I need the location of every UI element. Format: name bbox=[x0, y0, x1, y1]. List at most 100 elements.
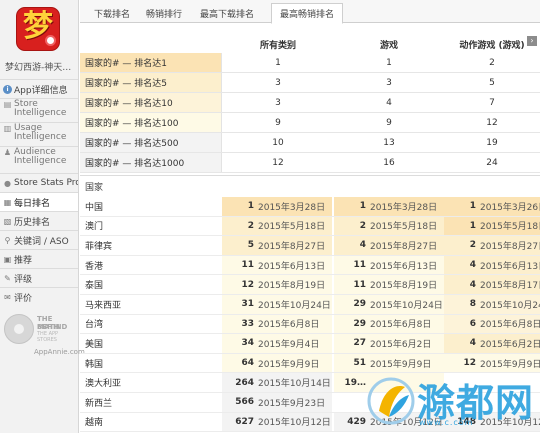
rank-cell: 6 2015年6月8日 bbox=[444, 314, 540, 334]
sidebar-item-review[interactable]: ✉ 评价 bbox=[0, 287, 78, 306]
column-header-action-games[interactable]: 动作游戏 (游戏) bbox=[444, 35, 540, 53]
country-row[interactable]: 台湾 33 2015年6月8日 29 2015年6月8日 6 2015年6月8日 bbox=[80, 314, 540, 335]
rank-date: 2015年8月17日 bbox=[480, 281, 540, 292]
rank-cell bbox=[444, 373, 540, 392]
rank-cell: 2 2015年5月18日 bbox=[222, 216, 332, 236]
rank-date bbox=[478, 393, 540, 412]
summary-table: 所有类别 游戏 动作游戏 (游戏) › 国家的# — 排名达1 1 1 2 国家的# —… bbox=[80, 35, 540, 175]
country-row[interactable]: 香港 11 2015年6月13日 11 2015年6月13日 4 2015年6月13日 bbox=[80, 255, 540, 276]
country-row[interactable]: 新西兰 566 2015年9月23日 bbox=[80, 393, 540, 413]
rank-date: 2015年10月24日 bbox=[258, 300, 331, 311]
rank-value: 5 bbox=[247, 240, 254, 251]
country-row[interactable]: 泰国 12 2015年8月19日 11 2015年8月19日 4 2015年8月17日 bbox=[80, 275, 540, 295]
sidebar-item-label: Usage Intelligence bbox=[14, 124, 66, 142]
rank-date: 2015年10月12日 bbox=[480, 418, 540, 429]
sidebar-item-history-rank[interactable]: ▧ 历史排名 bbox=[0, 211, 78, 230]
scroll-right-icon[interactable]: › bbox=[527, 36, 537, 46]
rank-value: 6 bbox=[469, 318, 476, 329]
rank-cell: 1 2015年5月18日 bbox=[444, 216, 540, 236]
rank-date: 2015年5月18日 bbox=[370, 222, 438, 233]
summary-value: 3 bbox=[386, 77, 392, 88]
country-name: 中国 bbox=[85, 202, 104, 213]
stats-icon: ● bbox=[4, 178, 11, 188]
brand-url: AppAnnie.com bbox=[34, 348, 85, 356]
country-row[interactable]: 韩国 64 2015年9月9日 51 2015年9月9日 12 2015年9月9日 bbox=[80, 353, 540, 374]
sidebar-item-daily-rank[interactable]: ▦ 每日排名 bbox=[0, 192, 78, 211]
rank-cell: 566 2015年9月23日 bbox=[222, 393, 332, 412]
rank-value: 4 bbox=[469, 260, 476, 271]
summary-value: 12 bbox=[486, 117, 498, 128]
rank-date: 2015年9月9日 bbox=[258, 359, 320, 370]
sidebar-item-rating[interactable]: ✎ 评级 bbox=[0, 268, 78, 287]
rank-cell: 4 2015年6月2日 bbox=[444, 334, 540, 353]
country-name: 台湾 bbox=[85, 320, 104, 331]
sidebar-item-audience-intelligence[interactable]: ♟ Audience Intelligence bbox=[0, 146, 78, 170]
country-header-row: 国家 bbox=[80, 175, 540, 197]
column-header-games[interactable]: 游戏 bbox=[334, 35, 444, 53]
summary-value: 9 bbox=[275, 117, 281, 128]
tab-grossing-rank[interactable]: 畅销排行 bbox=[138, 3, 190, 23]
tab-download-rank[interactable]: 下载排名 bbox=[86, 3, 138, 23]
rank-value: 34 bbox=[241, 338, 254, 349]
tab-top-download-rank[interactable]: 最高下载排名 bbox=[192, 3, 262, 23]
sidebar-item-app-details[interactable]: i App详细信息 bbox=[0, 79, 78, 98]
sidebar: 梦 梦幻西游-神天… i App详细信息 ▤ Store Intelligenc… bbox=[0, 0, 85, 433]
sidebar-item-store-intelligence[interactable]: ▤ Store Intelligence bbox=[0, 98, 78, 122]
country-name: 越南 bbox=[85, 418, 104, 429]
sidebar-item-featured[interactable]: ▣ 推荐 bbox=[0, 249, 78, 268]
rank-date: 2015年6月8日 bbox=[258, 320, 320, 331]
sidebar-item-label: App详细信息 bbox=[14, 85, 68, 96]
info-icon: i bbox=[3, 84, 12, 94]
summary-row-label: 国家的# — 排名达1 bbox=[80, 53, 222, 72]
rank-cell: 11 2015年6月13日 bbox=[334, 255, 444, 275]
tab-top-grossing-rank[interactable]: 最高畅销排名 bbox=[271, 3, 344, 24]
rank-value: 19… bbox=[344, 377, 366, 388]
rank-value: 1 bbox=[469, 201, 476, 212]
sidebar-item-label: 历史排名 bbox=[14, 217, 51, 228]
tab-bar: 下载排名 畅销排行 最高下载排名 最高畅销排名 bbox=[80, 0, 540, 24]
rank-cell: 31 2015年10月24日 bbox=[222, 295, 332, 314]
rank-cell: 19… bbox=[334, 373, 444, 392]
country-row[interactable]: 菲律宾 5 2015年8月27日 4 2015年8月27日 2 2015年8月27日 bbox=[80, 236, 540, 256]
rank-date: 2015年6月13日 bbox=[480, 261, 540, 272]
sidebar-item-label: 评级 bbox=[14, 274, 33, 285]
summary-value: 10 bbox=[272, 137, 284, 148]
rank-cell: 1 2015年3月26日 bbox=[444, 197, 540, 216]
rank-cell: 264 2015年10月14日 bbox=[222, 373, 332, 392]
rank-value: 2 bbox=[247, 220, 254, 231]
country-row[interactable]: 马来西亚 31 2015年10月24日 29 2015年10月24日 8 2015年10月2… bbox=[80, 295, 540, 315]
rank-cell: 29 2015年10月24日 bbox=[334, 295, 444, 314]
brand-line3: THE APP STORES bbox=[37, 331, 59, 343]
rank-date: 2015年10月24日 bbox=[370, 300, 443, 311]
rank-date: 2015年3月28日 bbox=[370, 202, 438, 213]
rank-date: 2015年8月27日 bbox=[258, 241, 326, 252]
summary-value: 2 bbox=[489, 57, 495, 68]
rank-date: 2015年10月12日 bbox=[258, 418, 331, 429]
country-row[interactable]: 越南 627 2015年10月12日 429 2015年10月12日 148 2015年10… bbox=[80, 412, 540, 433]
rank-value: 1 bbox=[359, 201, 366, 212]
rank-value: 11 bbox=[353, 279, 366, 290]
rank-date bbox=[368, 373, 444, 392]
sidebar-item-usage-intelligence[interactable]: ▥ Usage Intelligence bbox=[0, 122, 78, 146]
summary-row: 国家的# — 排名达100 9 9 12 bbox=[80, 113, 540, 133]
country-row[interactable]: 美国 34 2015年9月4日 27 2015年6月2日 4 2015年6月2日 bbox=[80, 334, 540, 354]
summary-header-row: 所有类别 游戏 动作游戏 (游戏) › bbox=[80, 35, 540, 53]
rank-cell: 627 2015年10月12日 bbox=[222, 412, 332, 432]
rank-date: 2015年6月8日 bbox=[480, 320, 540, 331]
sidebar-item-store-stats-pro[interactable]: ● Store Stats Pro bbox=[0, 173, 78, 192]
rank-value: 33 bbox=[241, 318, 254, 329]
rank-date: 2015年6月8日 bbox=[370, 320, 432, 331]
summary-row: 国家的# — 排名达10 3 4 7 bbox=[80, 93, 540, 113]
summary-value: 5 bbox=[489, 77, 495, 88]
sidebar-item-keyword-aso[interactable]: ⚲ 关键词 / ASO bbox=[0, 230, 78, 249]
history-icon: ▧ bbox=[3, 216, 12, 226]
summary-value: 3 bbox=[275, 97, 281, 108]
country-row[interactable]: 澳大利亚 264 2015年10月14日 19… bbox=[80, 373, 540, 393]
column-header-all-categories[interactable]: 所有类别 bbox=[222, 35, 334, 53]
country-row[interactable]: 澳门 2 2015年5月18日 2 2015年5月18日 1 2015年5月18日 bbox=[80, 216, 540, 237]
app-icon[interactable]: 梦 bbox=[16, 7, 60, 51]
rank-value: 8 bbox=[469, 299, 476, 310]
country-name: 新西兰 bbox=[85, 398, 113, 409]
country-name: 香港 bbox=[85, 261, 104, 272]
country-row[interactable]: 中国 1 2015年3月28日 1 2015年3月28日 1 2015年3月26日 bbox=[80, 197, 540, 217]
